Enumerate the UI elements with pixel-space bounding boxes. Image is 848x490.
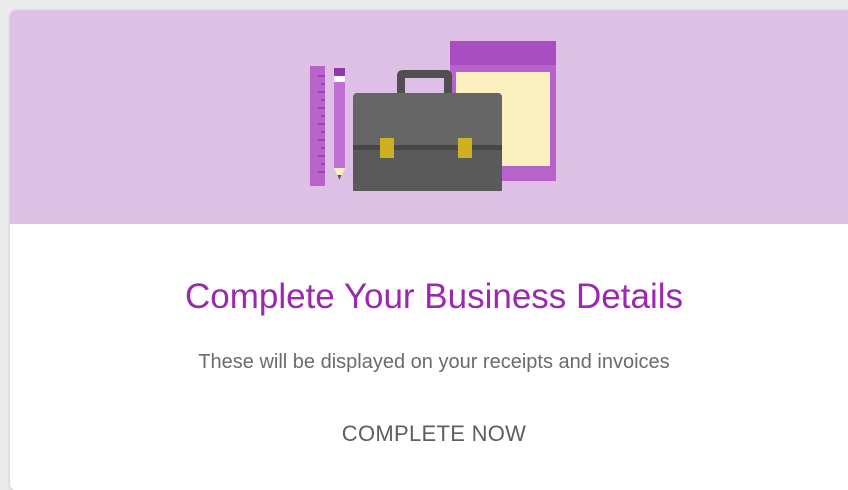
ruler-icon bbox=[310, 66, 325, 186]
business-details-card: Complete Your Business Details These wil… bbox=[10, 10, 848, 490]
business-illustration bbox=[310, 41, 556, 191]
complete-now-button[interactable]: COMPLETE NOW bbox=[284, 410, 584, 458]
pencil-icon bbox=[334, 68, 345, 180]
card-subtitle: These will be displayed on your receipts… bbox=[198, 351, 670, 373]
card-title: Complete Your Business Details bbox=[184, 277, 684, 316]
